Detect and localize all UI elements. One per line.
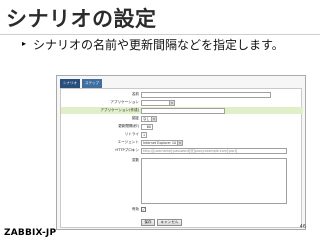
interval-input[interactable]: 60 [141, 123, 153, 130]
proxy-input[interactable]: http://[username[:password]@]proxy.examp… [141, 147, 287, 154]
proxy-row: HTTPプロキシ http://[username[:password]@]pr… [61, 147, 303, 154]
application-row: アプリケーション ▾ [61, 99, 303, 106]
scenario-form: 名前 アプリケーション ▾ アプリケーション(作成) 認証 なし ▾ 更新間隔(… [60, 88, 303, 228]
variables-textarea[interactable] [141, 158, 287, 204]
application-select[interactable]: ▾ [141, 99, 175, 106]
application-label: アプリケーション [110, 100, 139, 104]
bullet-marker-icon: ▸ [22, 39, 27, 48]
name-row: 名前 [61, 91, 303, 98]
proxy-label: HTTPプロキシ [115, 148, 139, 152]
retries-input[interactable]: 1 [141, 131, 147, 138]
save-button[interactable]: 保存 [141, 219, 155, 226]
auth-row: 認証 なし ▾ [61, 115, 303, 122]
chevron-down-icon[interactable]: ▾ [177, 140, 182, 145]
tab-scenario[interactable]: シナリオ [60, 79, 80, 88]
bullet-text: シナリオの名前や更新間隔などを指定します。 [33, 38, 284, 52]
chevron-down-icon[interactable]: ▾ [169, 100, 174, 105]
interval-row: 更新間隔(秒) 60 [61, 123, 303, 130]
agent-label: エージェント [117, 140, 140, 144]
retries-label: リトライ [124, 132, 139, 136]
new-application-input[interactable] [141, 107, 225, 114]
scenario-form-screenshot: シナリオ ステップ 名前 アプリケーション ▾ アプリケーション(作成) 認証 … [56, 75, 306, 230]
name-input[interactable] [141, 91, 271, 98]
auth-select[interactable]: なし ▾ [141, 115, 157, 122]
enabled-checkbox[interactable]: ✓ [141, 207, 146, 212]
new-application-row: アプリケーション(作成) [61, 107, 303, 114]
tab-steps[interactable]: ステップ [82, 79, 102, 88]
chevron-down-icon[interactable]: ▾ [151, 116, 156, 121]
enabled-row: 有効 [61, 206, 303, 213]
retries-row: リトライ 1 [61, 131, 303, 138]
auth-label: 認証 [131, 116, 139, 120]
title-divider [0, 34, 320, 35]
name-label: 名前 [131, 92, 139, 96]
auth-value: なし [143, 116, 150, 121]
enabled-label: 有効 [131, 207, 139, 211]
slide-title: シナリオの設定 [6, 7, 157, 31]
cancel-button[interactable]: キャンセル [157, 219, 182, 226]
agent-select[interactable]: Internet Explorer 10 (Wi ▾ [141, 139, 183, 146]
zabbix-jp-logo: ZABBIX-JP [4, 228, 57, 238]
page-number: 46 [299, 224, 306, 230]
variables-label: 変数 [131, 158, 139, 162]
new-application-label: アプリケーション(作成) [100, 108, 139, 112]
interval-label: 更新間隔(秒) [118, 124, 139, 128]
agent-row: エージェント Internet Explorer 10 (Wi ▾ [61, 139, 303, 146]
